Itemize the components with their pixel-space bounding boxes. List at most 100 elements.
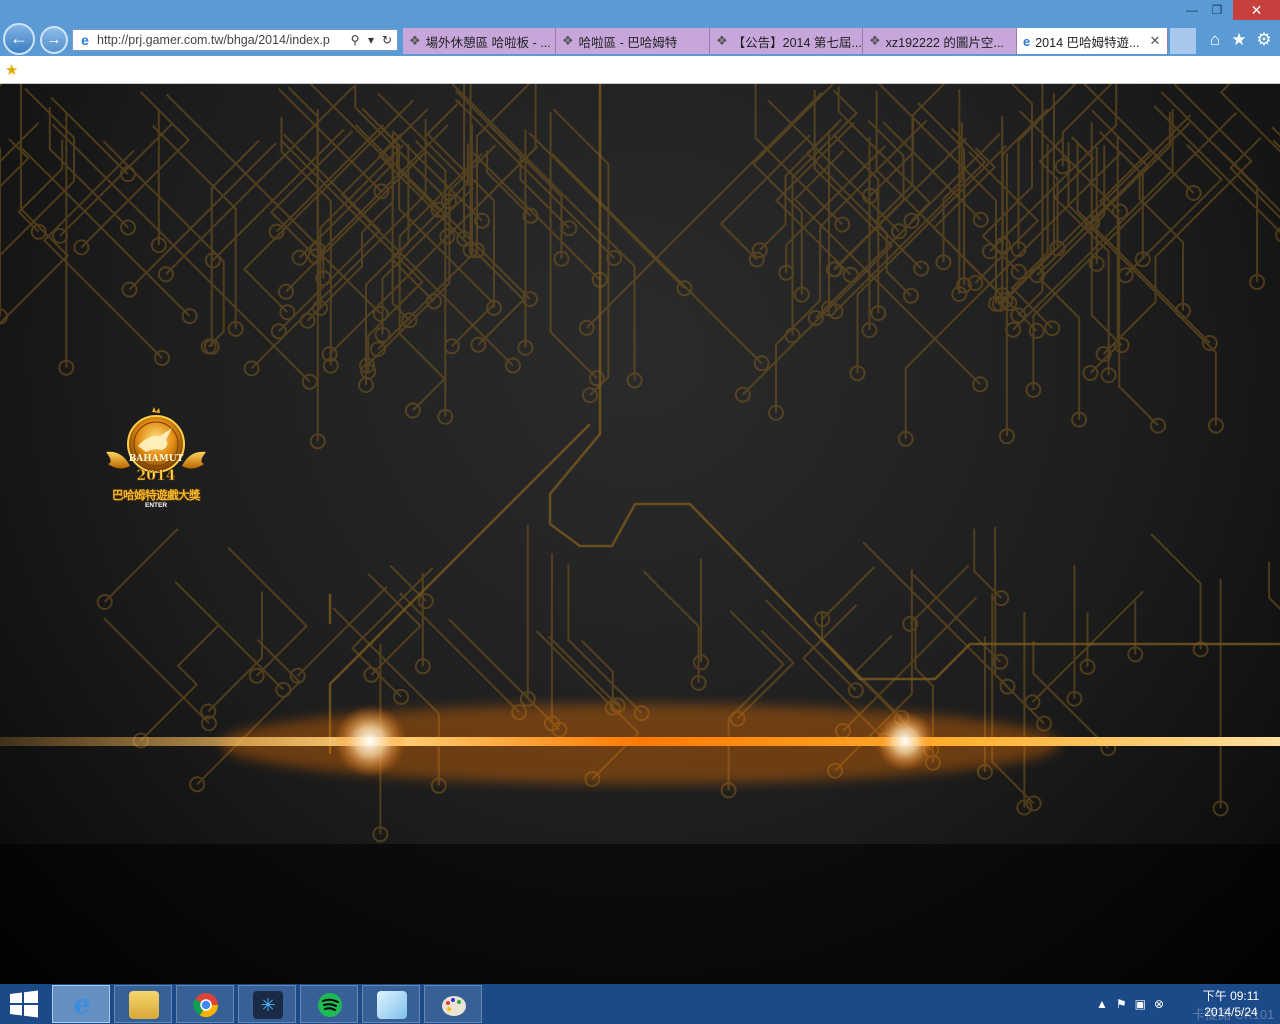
lens-flare bbox=[875, 711, 935, 771]
tab-label: 哈啦區 - 巴哈姆特 bbox=[578, 35, 678, 50]
spotify-icon bbox=[318, 993, 342, 1017]
back-button[interactable]: ← bbox=[3, 23, 35, 55]
tab-label: xz192222 的圖片空... bbox=[885, 35, 1004, 50]
forward-button[interactable]: → bbox=[40, 26, 68, 54]
bahamut-favicon-icon: ❖ bbox=[869, 33, 881, 48]
tab-label: 2014 巴哈姆特遊... bbox=[1035, 35, 1140, 50]
tab-chat-board[interactable]: ❖ 場外休憩區 哈啦板 - ... bbox=[403, 28, 556, 54]
forward-arrow-icon: → bbox=[46, 31, 62, 48]
circuit-trace bbox=[1271, 126, 1280, 137]
close-tab-icon[interactable]: ✕ bbox=[1149, 33, 1160, 49]
light-beam bbox=[0, 737, 1280, 746]
circuit-trace bbox=[1268, 561, 1280, 611]
restore-button[interactable]: ❐ bbox=[1207, 0, 1227, 20]
enter-link[interactable]: ENTER bbox=[100, 502, 212, 509]
minimize-button[interactable]: — bbox=[1182, 0, 1202, 20]
taskbar-file-explorer[interactable] bbox=[114, 985, 172, 1023]
circuit-trace bbox=[751, 84, 835, 295]
tab-announcement[interactable]: ❖ 【公告】2014 第七屆... bbox=[710, 28, 863, 54]
circuit-trace bbox=[548, 635, 619, 707]
search-icon[interactable]: ⚲ bbox=[347, 33, 363, 47]
bahamut-favicon-icon: ❖ bbox=[716, 33, 728, 48]
tab-label: 場外休憩區 哈啦板 - ... bbox=[425, 35, 551, 50]
circuit-trace bbox=[0, 84, 3, 87]
circuit-trace bbox=[128, 142, 277, 291]
taskbar-paint[interactable] bbox=[424, 985, 482, 1023]
circuit-node bbox=[1275, 227, 1280, 243]
bottom-shade bbox=[0, 844, 1280, 984]
svg-text:2014: 2014 bbox=[137, 468, 176, 484]
circuit-trace bbox=[451, 84, 636, 381]
circuit-trace bbox=[399, 592, 520, 713]
home-icon[interactable]: ⌂ bbox=[1204, 29, 1226, 51]
circuit-trace bbox=[425, 100, 495, 308]
taskbar: e ✳ ▲ ⚑ ▣ ⊗ 下午 09:11 2014/5/24 bbox=[0, 984, 1280, 1024]
network-icon[interactable]: ▣ bbox=[1135, 997, 1146, 1011]
bahamut-favicon-icon: ❖ bbox=[409, 33, 421, 48]
folder-icon bbox=[129, 991, 159, 1019]
circuit-trace bbox=[361, 107, 440, 211]
circuit-trace bbox=[207, 591, 263, 713]
bahamut-favicon-icon: ❖ bbox=[562, 33, 574, 48]
circuit-trace bbox=[1032, 641, 1109, 749]
circuit-node bbox=[1117, 267, 1134, 284]
show-hidden-icons-icon[interactable]: ▲ bbox=[1096, 997, 1108, 1011]
game-awards-logo[interactable]: BAHAMUT 2014 巴哈姆特遊戲大獎 ENTER bbox=[100, 406, 212, 516]
circuit-trace bbox=[0, 138, 30, 189]
circuit-trace bbox=[1001, 108, 1049, 245]
tab-game-awards-active[interactable]: e 2014 巴哈姆特遊... ✕ bbox=[1017, 28, 1168, 54]
bahamut-emblem-icon: BAHAMUT 2014 bbox=[106, 407, 206, 484]
circuit-trace bbox=[103, 617, 210, 724]
windows-start-icon[interactable] bbox=[8, 990, 40, 1018]
circuit-trace bbox=[549, 112, 598, 380]
address-bar[interactable]: e ⚲ ▾ ↻ bbox=[72, 29, 398, 51]
circuit-trace bbox=[1138, 112, 1184, 311]
svg-text:BAHAMUT: BAHAMUT bbox=[129, 454, 184, 464]
volume-muted-icon[interactable]: ⊗ bbox=[1154, 997, 1164, 1011]
awards-title: 巴哈姆特遊戲大獎 bbox=[112, 488, 201, 502]
close-window-button[interactable]: ✕ bbox=[1233, 0, 1280, 20]
gear-icon[interactable]: ⚙ bbox=[1253, 29, 1275, 51]
taskbar-battlenet[interactable]: ✳ bbox=[238, 985, 296, 1023]
circuit-trace bbox=[287, 86, 319, 250]
circuit-trace bbox=[103, 528, 179, 603]
back-arrow-icon: ← bbox=[10, 28, 28, 48]
page-viewport: BAHAMUT 2014 巴哈姆特遊戲大獎 ENTER bbox=[0, 84, 1280, 984]
tab-image-space[interactable]: ❖ xz192222 的圖片空... bbox=[863, 28, 1017, 54]
refresh-icon[interactable]: ↻ bbox=[379, 33, 395, 47]
circuit-trace bbox=[862, 541, 1009, 688]
taskbar-notepad[interactable] bbox=[362, 985, 420, 1023]
taskbar-internet-explorer[interactable]: e bbox=[52, 985, 110, 1023]
favorites-star-icon[interactable]: ★ bbox=[1228, 29, 1250, 51]
circuit-trace bbox=[1150, 533, 1202, 650]
circuit-trace bbox=[17, 139, 64, 233]
circuit-trace bbox=[227, 546, 308, 677]
paint-palette-icon bbox=[442, 996, 466, 1016]
favorites-bar: ★ bbox=[0, 56, 1280, 84]
circuit-trace bbox=[832, 133, 880, 314]
taskbar-spotify[interactable] bbox=[300, 985, 358, 1023]
battlenet-icon: ✳ bbox=[253, 991, 283, 1019]
circuit-trace bbox=[642, 570, 700, 683]
tab-forum[interactable]: ❖ 哈啦區 - 巴哈姆特 bbox=[556, 28, 710, 54]
circuit-trace bbox=[567, 564, 643, 714]
lens-flare bbox=[334, 705, 406, 777]
circuit-node bbox=[1044, 320, 1061, 337]
circuit-trace bbox=[973, 528, 1002, 599]
system-tray: ▲ ⚑ ▣ ⊗ bbox=[1096, 994, 1164, 1014]
action-center-flag-icon[interactable]: ⚑ bbox=[1116, 997, 1127, 1011]
taskbar-chrome[interactable] bbox=[176, 985, 234, 1023]
browser-chrome: ← → e ⚲ ▾ ↻ ❖ 場外休憩區 哈啦板 - ... ❖ 哈啦區 - 巴哈… bbox=[0, 0, 1280, 56]
internet-explorer-icon: e bbox=[73, 990, 91, 1020]
new-tab-button[interactable] bbox=[1170, 28, 1196, 54]
dropdown-icon[interactable]: ▾ bbox=[363, 33, 379, 47]
circuit-trace bbox=[59, 123, 173, 237]
address-input[interactable] bbox=[97, 33, 347, 47]
watermark: 卡提諾 CK101 bbox=[1192, 1007, 1275, 1022]
clock-time: 下午 09:11 bbox=[1202, 989, 1260, 1003]
ie-page-icon: e bbox=[81, 32, 89, 48]
ie-page-icon: e bbox=[1023, 33, 1031, 49]
circuit-trace bbox=[821, 566, 876, 620]
add-favorites-icon[interactable]: ★ bbox=[5, 61, 18, 79]
circuit-trace bbox=[0, 84, 70, 325]
